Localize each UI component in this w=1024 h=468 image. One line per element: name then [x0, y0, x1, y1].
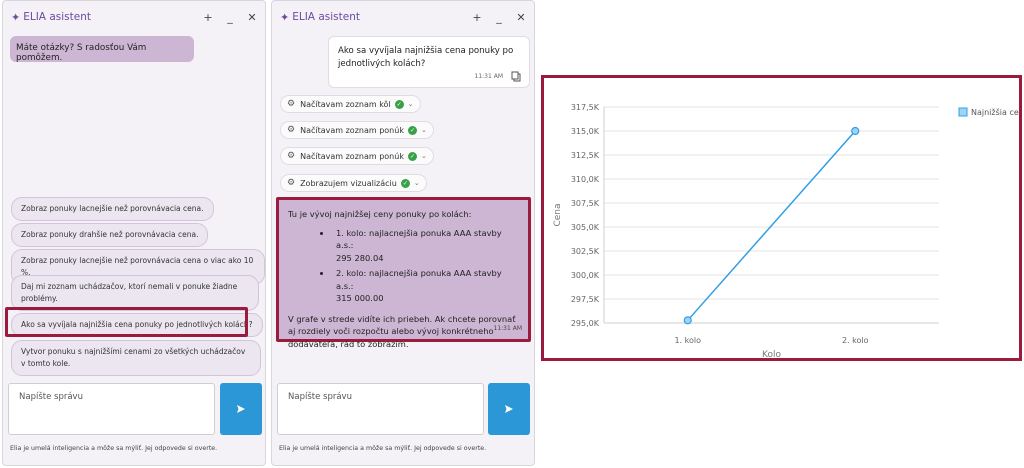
- minimize-icon[interactable]: _: [225, 11, 235, 24]
- user-message-text: Ako sa vyvíjala najnižšia cena ponuky po…: [338, 46, 514, 69]
- input-placeholder: Napíšte správu: [288, 392, 352, 402]
- y-tick-label: 305,0K: [571, 223, 600, 232]
- line-chart: 295,0K 297,5K 300,0K 302,5K 305,0K 307,5K 310,…: [553, 103, 1024, 360]
- chat-title: ELIA asistent: [23, 11, 91, 23]
- x-tick-label: 1. kolo: [674, 336, 701, 345]
- minimize-icon[interactable]: _: [494, 11, 504, 24]
- suggestion-label: Vytvor ponuku s najnižšími cenami zo vše…: [21, 347, 246, 368]
- chevron-down-icon: ⌄: [413, 179, 420, 187]
- disclaimer: Elia je umelá inteligencia a môže sa mýl…: [279, 445, 487, 452]
- list-item: 1. kolo: najlacnejšia ponuka AAA stavby …: [332, 227, 519, 265]
- chat-panel-right: ✦ ELIA asistent + _ ✕ Ako sa vyvíjala na…: [271, 0, 535, 466]
- chart-legend[interactable]: Najnižšia cena: [958, 107, 1024, 117]
- y-tick-label: 295,0K: [571, 319, 600, 328]
- tool-step-label: Zobrazujem vizualizáciu: [300, 178, 397, 188]
- chat-title: ELIA asistent: [292, 11, 360, 23]
- close-icon[interactable]: ✕: [516, 11, 526, 24]
- chat-panel-left: ✦ ELIA asistent + _ ✕ Máte otázky? S rad…: [2, 0, 266, 466]
- y-tick-label: 312,5K: [571, 151, 600, 160]
- gear-icon: ⚙: [287, 151, 296, 161]
- chevron-down-icon: ⌄: [420, 126, 427, 134]
- answer-list: 1. kolo: najlacnejšia ponuka AAA stavby …: [288, 227, 519, 305]
- gear-icon: ⚙: [287, 99, 296, 109]
- send-icon: [237, 405, 245, 413]
- list-item-text: 2. kolo: najlacnejšia ponuka AAA stavby …: [336, 268, 502, 291]
- list-item-value: 295 280.04: [336, 252, 384, 263]
- tool-step-label: Načítavam zoznam ponúk: [300, 151, 404, 161]
- gear-icon: ⚙: [287, 178, 296, 188]
- tool-step[interactable]: ⚙ Načítavam zoznam ponúk ✓ ⌄: [280, 121, 434, 139]
- check-icon: ✓: [407, 125, 417, 135]
- y-tick-label: 300,0K: [571, 271, 600, 280]
- x-axis-ticks: 1. kolo 2. kolo: [674, 336, 868, 345]
- add-icon[interactable]: +: [472, 11, 482, 24]
- send-button[interactable]: [220, 383, 262, 435]
- y-tick-label: 317,5K: [571, 103, 600, 112]
- user-message-bubble: Ako sa vyvíjala najnižšia cena ponuky po…: [328, 36, 530, 88]
- gear-icon: ⚙: [287, 125, 296, 135]
- list-item-text: 1. kolo: najlacnejšia ponuka AAA stavby …: [336, 227, 502, 251]
- message-time: 11:31 AM: [493, 324, 522, 332]
- answer-intro: Tu je vývoj najnižšej ceny ponuky po kol…: [288, 209, 472, 219]
- y-tick-label: 315,0K: [571, 127, 600, 136]
- suggestion-chip[interactable]: Daj mi zoznam uchádzačov, ktorí nemali v…: [11, 275, 259, 311]
- suggestion-label: Zobraz ponuky lacnejšie než porovnávacia…: [21, 204, 204, 213]
- suggestion-chip[interactable]: Zobraz ponuky lacnejšie než porovnávacia…: [11, 197, 214, 221]
- tool-step[interactable]: ⚙ Načítavam zoznam ponúk ✓ ⌄: [280, 147, 434, 165]
- tool-step[interactable]: ⚙ Načítavam zoznam kôl ✓ ⌄: [280, 95, 421, 113]
- chat-header: ✦ ELIA asistent + _ ✕: [3, 1, 265, 33]
- send-button[interactable]: [488, 383, 530, 435]
- suggestion-label: Daj mi zoznam uchádzačov, ktorí nemali v…: [21, 282, 238, 303]
- tool-step-label: Načítavam zoznam ponúk: [300, 125, 404, 135]
- suggestion-chip[interactable]: Zobraz ponuky drahšie než porovnávacia c…: [11, 223, 209, 247]
- copy-icon[interactable]: [511, 71, 521, 82]
- sparkle-icon: ✦: [280, 10, 290, 24]
- check-icon: ✓: [407, 151, 417, 161]
- legend-label: Najnižšia cena: [971, 107, 1019, 117]
- y-tick-label: 310,0K: [571, 175, 600, 184]
- chevron-down-icon: ⌄: [420, 152, 427, 160]
- suggestion-label: Zobraz ponuky drahšie než porovnávacia c…: [21, 230, 199, 239]
- y-axis-ticks: 295,0K 297,5K 300,0K 302,5K 305,0K 307,5K 310,…: [571, 103, 600, 328]
- legend-swatch: [958, 107, 968, 117]
- y-axis-label: Cena: [553, 203, 563, 226]
- highlight-frame: [5, 307, 248, 337]
- greeting-bubble: Máte otázky? S radosťou Vám pomôžem.: [10, 36, 194, 63]
- series-line: [687, 130, 856, 321]
- y-tick-label: 297,5K: [571, 295, 600, 304]
- suggestion-chip[interactable]: Vytvor ponuku s najnižšími cenami zo vše…: [11, 340, 261, 376]
- assistant-answer-bubble: Tu je vývoj najnižšej ceny ponuky po kol…: [276, 197, 531, 349]
- chart-grid: [603, 106, 939, 324]
- check-icon: ✓: [400, 178, 410, 188]
- greeting-text: Máte otázky? S radosťou Vám pomôžem.: [16, 43, 147, 63]
- add-icon[interactable]: +: [203, 11, 213, 24]
- answer-outro: V grafe v strede vidíte ich priebeh. Ak …: [288, 313, 516, 349]
- message-input[interactable]: Napíšte správu: [8, 383, 215, 435]
- suggestion-label: Zobraz ponuky lacnejšie než porovnávacia…: [21, 256, 254, 277]
- input-placeholder: Napíšte správu: [19, 392, 83, 402]
- chart-panel: 295,0K 297,5K 300,0K 302,5K 305,0K 307,5K 310,…: [541, 75, 1024, 361]
- send-icon: [505, 405, 513, 413]
- chat-header: ✦ ELIA asistent + _ ✕: [272, 1, 534, 33]
- data-point[interactable]: [851, 126, 860, 136]
- data-point[interactable]: [683, 316, 692, 325]
- sparkle-icon: ✦: [11, 10, 21, 24]
- x-axis-label: Kolo: [762, 350, 781, 358]
- list-item: 2. kolo: najlacnejšia ponuka AAA stavby …: [332, 267, 519, 305]
- list-item-value: 315 000.00: [336, 293, 384, 303]
- y-tick-label: 302,5K: [571, 247, 600, 256]
- chart-series: [683, 126, 860, 325]
- close-icon[interactable]: ✕: [247, 11, 257, 24]
- chevron-down-icon: ⌄: [407, 100, 414, 108]
- disclaimer: Elia je umelá inteligencia a môže sa mýl…: [10, 445, 218, 452]
- tool-step[interactable]: ⚙ Zobrazujem vizualizáciu ✓ ⌄: [280, 174, 427, 192]
- check-icon: ✓: [394, 99, 404, 109]
- y-tick-label: 307,5K: [571, 199, 600, 208]
- tool-step-label: Načítavam zoznam kôl: [300, 99, 391, 109]
- message-input[interactable]: Napíšte správu: [277, 383, 484, 435]
- x-tick-label: 2. kolo: [842, 336, 869, 345]
- message-time: 11:31 AM: [474, 73, 503, 80]
